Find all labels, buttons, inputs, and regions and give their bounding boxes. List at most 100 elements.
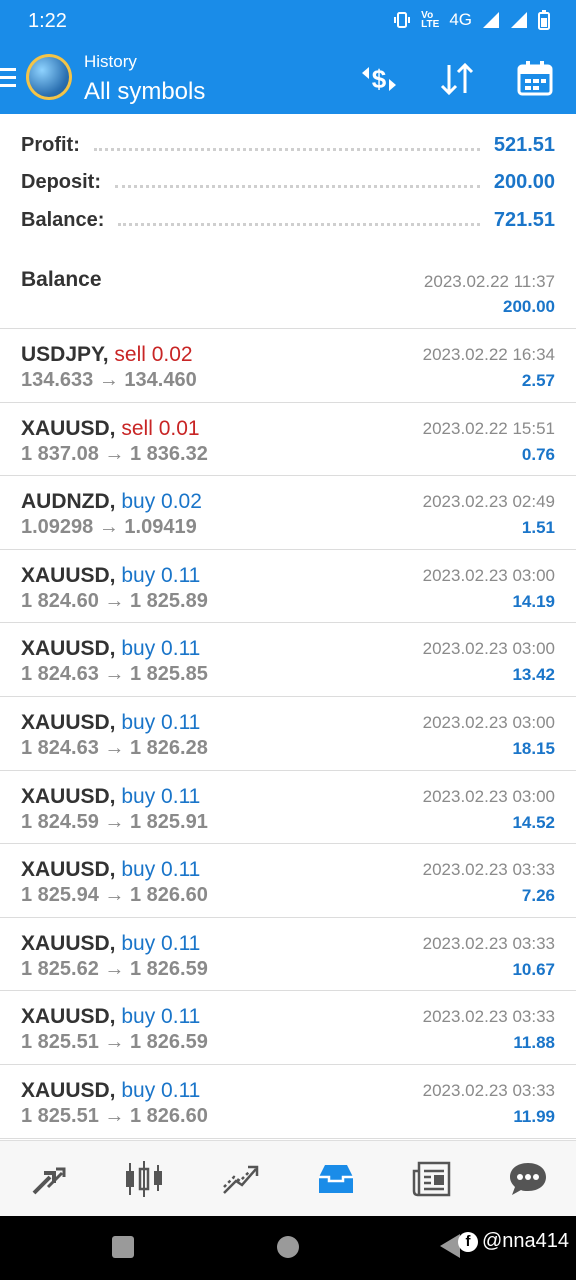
trade-row[interactable]: USDJPY, sell 0.02 134.633 → 134.460 2023.0… bbox=[0, 329, 576, 403]
trade-profit: 7.26 bbox=[521, 886, 555, 906]
header-title[interactable]: All symbols bbox=[84, 78, 205, 106]
trade-date: 2023.02.23 03:33 bbox=[422, 1007, 555, 1027]
deposit-label: Deposit: bbox=[21, 170, 101, 193]
battery-icon bbox=[538, 10, 550, 30]
nav-quotes[interactable] bbox=[18, 1149, 78, 1209]
trade-side: buy 0.11 bbox=[121, 637, 201, 661]
trade-date: 2023.02.23 02:49 bbox=[422, 492, 555, 512]
quotes-icon bbox=[32, 1167, 66, 1195]
home-button[interactable] bbox=[277, 1236, 299, 1258]
trade-row[interactable]: XAUUSD, buy 0.11 1 824.59 → 1 825.91 2023.… bbox=[0, 770, 576, 845]
trade-symbol: XAUUSD, buy 0.11 bbox=[21, 858, 200, 882]
vibrate-icon bbox=[394, 12, 411, 28]
recents-button[interactable] bbox=[112, 1236, 134, 1258]
trade-side: buy 0.11 bbox=[121, 858, 201, 882]
trade-row[interactable]: XAUUSD, buy 0.11 1 825.51 → 1 826.59 2023.… bbox=[0, 991, 576, 1065]
nav-trade[interactable] bbox=[210, 1149, 270, 1209]
watermark-text: @nna414 bbox=[482, 1230, 570, 1252]
header-subtitle: History bbox=[84, 52, 137, 71]
trade-symbol-name: XAUUSD, bbox=[21, 1079, 116, 1102]
app-bar: History All symbols $ bbox=[0, 44, 576, 114]
trade-row[interactable]: XAUUSD, sell 0.01 1 837.08 → 1 836.32 2023… bbox=[0, 402, 576, 477]
balance-label: Balance: bbox=[21, 208, 105, 231]
trade-profit: 14.19 bbox=[512, 591, 555, 611]
calendar-button[interactable] bbox=[514, 58, 556, 100]
trade-symbol: XAUUSD, buy 0.11 bbox=[21, 564, 200, 588]
status-icons: Vo LTE 4G bbox=[393, 10, 550, 30]
trade-row[interactable]: XAUUSD, buy 0.11 1 825.51 → 1 826.60 2023.… bbox=[0, 1065, 576, 1139]
trade-date: 2023.02.23 03:00 bbox=[422, 713, 555, 732]
back-button[interactable] bbox=[440, 1234, 460, 1258]
nav-chart[interactable] bbox=[114, 1149, 174, 1209]
volte-icon: Vo LTE bbox=[421, 10, 440, 30]
trade-symbol: XAUUSD, buy 0.11 bbox=[21, 637, 200, 661]
history-icon bbox=[319, 1165, 353, 1193]
trade-row[interactable]: XAUUSD, buy 0.11 1 825.62 → 1 826.59 2023.… bbox=[0, 917, 576, 992]
trade-symbol: XAUUSD, buy 0.11 bbox=[21, 1079, 200, 1103]
trade-prices: 1 825.51 → 1 826.59 bbox=[21, 1031, 208, 1054]
trade-side: sell 0.01 bbox=[121, 416, 200, 440]
trade-symbol-name: XAUUSD, bbox=[21, 931, 116, 955]
trade-profit: 10.67 bbox=[512, 959, 555, 979]
balance-entry-label: Balance bbox=[21, 268, 102, 291]
trade-row[interactable]: XAUUSD, buy 0.11 1 824.63 → 1 826.28 2023.… bbox=[0, 697, 576, 771]
trade-row[interactable]: AUDNZD, buy 0.02 1.09298 → 1.09419 2023.02… bbox=[0, 476, 576, 550]
trade-prices: 1 824.59 → 1 825.91 bbox=[21, 810, 208, 833]
trade-prices: 134.633 → 134.460 bbox=[21, 369, 197, 391]
trade-date: 2023.02.23 03:33 bbox=[422, 933, 555, 953]
trade-side: buy 0.11 bbox=[121, 711, 201, 734]
trade-prices: 1 825.51 → 1 826.60 bbox=[21, 1105, 208, 1127]
balance-row: Balance: 721.51 bbox=[21, 205, 555, 235]
trade-symbol-name: XAUUSD, bbox=[21, 858, 116, 882]
profit-label: Profit: bbox=[21, 133, 80, 156]
trade-date: 2023.02.23 03:33 bbox=[422, 1081, 555, 1100]
calendar-icon bbox=[517, 61, 553, 96]
status-time: 1:22 bbox=[28, 10, 67, 32]
trade-symbol: USDJPY, sell 0.02 bbox=[21, 343, 193, 367]
svg-text:$: $ bbox=[372, 64, 387, 94]
balance-entry[interactable]: Balance 2023.02.22 11:37 200.00 bbox=[0, 254, 576, 329]
trade-profit: 11.88 bbox=[513, 1033, 555, 1053]
network-label: 4G bbox=[449, 10, 472, 29]
trade-side: buy 0.11 bbox=[121, 784, 201, 808]
header-actions: $ bbox=[358, 58, 556, 100]
messages-icon bbox=[510, 1163, 546, 1195]
trade-prices: 1 837.08 → 1 836.32 bbox=[21, 442, 208, 465]
trade-symbol-name: XAUUSD, bbox=[21, 416, 116, 440]
summary-panel: Profit: 521.51 Deposit: 200.00 Balance: … bbox=[0, 114, 576, 255]
trade-symbol: XAUUSD, buy 0.11 bbox=[21, 1005, 200, 1029]
bottom-nav bbox=[0, 1140, 576, 1217]
trade-symbol-name: AUDNZD, bbox=[21, 490, 116, 514]
balance-entry-amount: 200.00 bbox=[503, 297, 555, 316]
trade-date: 2023.02.22 15:51 bbox=[422, 418, 555, 438]
nav-news[interactable] bbox=[402, 1149, 462, 1209]
trade-row[interactable]: XAUUSD, buy 0.11 1 824.60 → 1 825.89 2023.… bbox=[0, 549, 576, 624]
trade-symbol: XAUUSD, buy 0.11 bbox=[21, 785, 200, 809]
trade-row[interactable]: XAUUSD, buy 0.11 1 824.63 → 1 825.85 2023.… bbox=[0, 623, 576, 697]
menu-icon[interactable] bbox=[0, 68, 16, 90]
symbol-filter-button[interactable]: $ bbox=[358, 58, 400, 100]
trade-prices: 1 825.62 → 1 826.59 bbox=[21, 957, 208, 980]
trade-symbol-name: USDJPY, bbox=[21, 343, 109, 366]
trade-profit: 11.99 bbox=[513, 1107, 555, 1126]
trade-symbol-name: XAUUSD, bbox=[21, 637, 116, 661]
sort-button[interactable] bbox=[436, 58, 478, 100]
trade-profit: 0.76 bbox=[521, 444, 555, 464]
dotted-leader bbox=[93, 140, 480, 151]
trade-row[interactable]: XAUUSD, buy 0.11 1 825.94 → 1 826.60 2023.… bbox=[0, 844, 576, 918]
profit-row: Profit: 521.51 bbox=[21, 130, 555, 160]
trade-profit: 2.57 bbox=[521, 371, 555, 390]
profit-value: 521.51 bbox=[493, 133, 555, 156]
trade-prices: 1 824.63 → 1 825.85 bbox=[21, 663, 208, 686]
deposit-row: Deposit: 200.00 bbox=[21, 167, 555, 197]
trade-prices: 1 824.63 → 1 826.28 bbox=[21, 737, 208, 759]
sort-icon bbox=[440, 62, 474, 96]
dotted-leader bbox=[115, 177, 480, 188]
trade-side: buy 0.11 bbox=[121, 1079, 201, 1102]
nav-history[interactable] bbox=[306, 1149, 366, 1209]
trade-symbol-name: XAUUSD, bbox=[21, 784, 116, 808]
trade-profit: 14.52 bbox=[512, 812, 555, 832]
nav-messages[interactable] bbox=[498, 1149, 558, 1209]
trade-side: buy 0.11 bbox=[121, 563, 201, 587]
deposit-value: 200.00 bbox=[493, 170, 555, 193]
